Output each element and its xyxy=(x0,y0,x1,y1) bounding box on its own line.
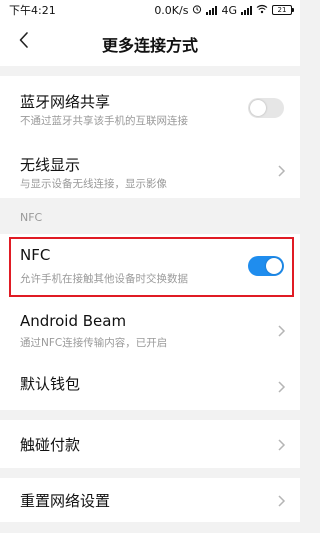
default-wallet-title: 默认钱包 xyxy=(20,375,81,393)
divider xyxy=(0,468,300,478)
wireless-display-subtitle: 与显示设备无线连接，显示影像 xyxy=(20,178,167,190)
page-title: 更多连接方式 xyxy=(101,36,198,55)
android-beam-item[interactable]: Android Beam 通过NFC连接传输内容，已开启 xyxy=(0,298,300,360)
highlight-box xyxy=(9,237,294,297)
chevron-right-icon xyxy=(278,381,286,393)
android-beam-title: Android Beam xyxy=(20,312,127,330)
network-type: 4G xyxy=(221,3,237,17)
battery-level: 21 xyxy=(277,6,287,14)
nfc-section-label: NFC xyxy=(20,211,43,224)
signal-icon xyxy=(206,5,218,15)
chevron-right-icon xyxy=(278,165,286,177)
status-time: 下午4:21 xyxy=(9,4,56,17)
divider xyxy=(0,522,300,533)
divider xyxy=(0,66,300,76)
bluetooth-share-toggle[interactable] xyxy=(248,98,284,118)
tap-pay-item[interactable]: 触碰付款 xyxy=(0,420,300,468)
alarm-icon xyxy=(192,4,202,17)
wireless-display-item[interactable]: 无线显示 与显示设备无线连接，显示影像 xyxy=(0,136,300,198)
status-icons: 0.0K/s 4G 21 xyxy=(154,3,294,17)
default-wallet-item[interactable]: 默认钱包 xyxy=(0,360,300,410)
signal-icon-2 xyxy=(241,5,252,15)
network-speed: 0.0K/s xyxy=(154,3,189,17)
chevron-right-icon xyxy=(278,325,286,337)
wireless-display-title: 无线显示 xyxy=(20,156,81,174)
chevron-right-icon xyxy=(278,495,286,507)
reset-network-item[interactable]: 重置网络设置 xyxy=(0,478,300,522)
android-beam-subtitle: 通过NFC连接传输内容，已开启 xyxy=(20,337,168,349)
status-bar: 下午4:21 0.0K/s 4G 21 xyxy=(0,0,300,20)
divider xyxy=(0,410,300,420)
header-bar: 更多连接方式 xyxy=(0,20,300,66)
tap-pay-title: 触碰付款 xyxy=(20,436,81,454)
battery-icon: 21 xyxy=(272,5,294,15)
bluetooth-share-item[interactable]: 蓝牙网络共享 不通过蓝牙共享该手机的互联网连接 xyxy=(0,76,300,136)
toggle-knob xyxy=(250,100,266,116)
bluetooth-share-subtitle: 不通过蓝牙共享该手机的互联网连接 xyxy=(20,115,188,127)
wifi-icon xyxy=(256,4,268,17)
reset-network-title: 重置网络设置 xyxy=(20,492,111,510)
chevron-right-icon xyxy=(278,439,286,451)
bluetooth-share-title: 蓝牙网络共享 xyxy=(20,93,111,111)
